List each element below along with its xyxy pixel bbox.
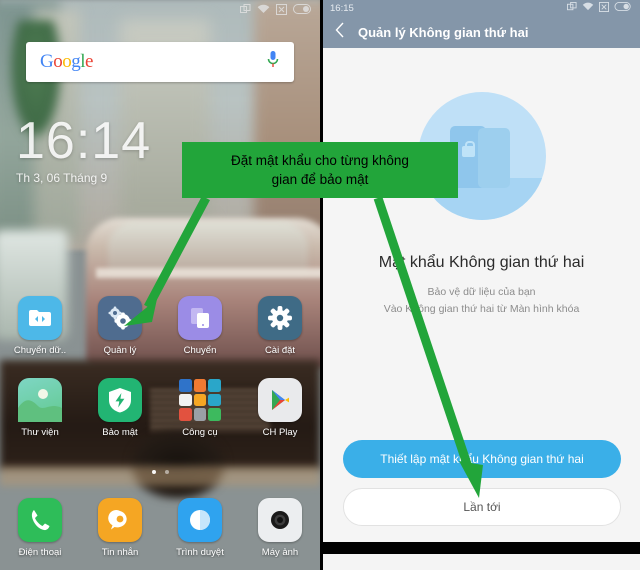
left-status-bar	[0, 0, 320, 18]
content-subtitle-2: Vào Không gian thứ hai từ Màn hình khóa	[383, 303, 580, 315]
dock-item-dien-thoai[interactable]: Điện thoại	[0, 498, 80, 558]
left-phone-home-screen: Google 16:14 Th 3, 06 Tháng 9 Chuyển dữ.…	[0, 0, 320, 570]
sim-icon	[276, 3, 287, 15]
microphone-icon[interactable]	[266, 50, 280, 74]
app-chuyen[interactable]: Chuyển	[160, 296, 240, 356]
switch-space-icon	[178, 296, 222, 340]
wallpaper	[0, 0, 320, 570]
page-dot-active	[151, 470, 156, 474]
wifi-icon	[582, 2, 594, 14]
callout-line-1: Đặt mật khẩu cho từng không	[231, 153, 409, 168]
right-phone-second-space-page: 16:15 Quản lý Không gian thứ hai Mật khẩ…	[320, 0, 640, 570]
app-label: Thư viện	[21, 427, 59, 438]
app-label: Chuyển dữ..	[13, 345, 67, 356]
message-icon	[98, 498, 142, 542]
dock-item-may-anh[interactable]: Máy ảnh	[240, 498, 320, 558]
multiwindow-icon	[240, 3, 251, 15]
gear-icon	[258, 296, 302, 340]
shield-icon	[98, 378, 142, 422]
app-label: Cài đặt	[264, 345, 296, 356]
app-label: Quản lý	[103, 345, 137, 356]
back-chevron-icon[interactable]	[335, 22, 344, 43]
gallery-icon	[18, 378, 62, 422]
app-label: Bảo mật	[102, 427, 138, 438]
dock-label: Tin nhắn	[101, 547, 139, 558]
later-button[interactable]: Lần tới	[343, 488, 621, 526]
app-label: Công cụ	[182, 427, 218, 438]
dock-label: Điện thoại	[18, 547, 62, 558]
app-bao-mat[interactable]: Bảo mật	[80, 378, 160, 438]
lock-clock: 16:14 Th 3, 06 Tháng 9	[16, 113, 151, 185]
content-heading: Mật khẩu Không gian thứ hai	[378, 254, 585, 271]
camera-icon	[258, 498, 302, 542]
phone-icon	[18, 498, 62, 542]
sim-icon	[599, 1, 609, 15]
app-row-2: Thư viện Bảo mật Công cụ CH Play	[0, 378, 320, 438]
app-chuyen-du-lieu[interactable]: Chuyển dữ..	[0, 296, 80, 356]
dock-item-trinh-duyet[interactable]: Trình duyệt	[160, 498, 240, 558]
dock-item-tin-nhan[interactable]: Tin nhắn	[80, 498, 160, 558]
dock: Điện thoại Tin nhắn Trình duyệt Máy ảnh	[0, 498, 320, 558]
lock-icon	[461, 141, 475, 157]
page-indicator[interactable]	[0, 470, 320, 474]
multiwindow-icon	[567, 1, 577, 15]
page-title: Quản lý Không gian thứ hai	[358, 24, 529, 40]
app-grid: Chuyển dữ.. Quản lý Chuyển Cài đặt Thư v…	[0, 296, 320, 438]
page-header: Quản lý Không gian thứ hai	[323, 16, 640, 48]
callout-line-2: gian để bảo mật	[271, 172, 369, 187]
dock-label: Trình duyệt	[176, 547, 224, 558]
google-logo: Google	[40, 51, 93, 72]
battery-icon	[614, 2, 633, 14]
app-folder-cong-cu[interactable]: Công cụ	[160, 378, 240, 438]
setup-password-button[interactable]: Thiết lập mật khẩu Không gian thứ hai	[343, 440, 621, 478]
clock-time: 16:14	[16, 112, 152, 170]
right-status-bar: 16:15	[323, 0, 640, 16]
file-transfer-icon	[18, 296, 62, 340]
app-cai-dat[interactable]: Cài đặt	[240, 296, 320, 356]
app-label: CH Play	[262, 427, 298, 438]
wifi-icon	[257, 4, 270, 14]
app-label: Chuyển	[183, 345, 217, 356]
google-search-bar[interactable]: Google	[26, 42, 294, 82]
status-time: 16:15	[330, 2, 354, 14]
dual-screenshot: Google 16:14 Th 3, 06 Tháng 9 Chuyển dữ.…	[0, 0, 640, 570]
content-subtitle-1: Bảo vệ dữ liệu của bạn	[427, 286, 536, 298]
annotation-callout: Đặt mật khẩu cho từng không gian để bảo …	[182, 142, 458, 198]
gears-icon	[98, 296, 142, 340]
page-dot	[164, 470, 169, 474]
dock-label: Máy ảnh	[261, 547, 299, 558]
app-ch-play[interactable]: CH Play	[240, 378, 320, 438]
clock-date: Th 3, 06 Tháng 9	[16, 171, 108, 185]
play-store-icon	[258, 378, 302, 422]
app-thu-vien[interactable]: Thư viện	[0, 378, 80, 438]
folder-icon	[178, 378, 222, 422]
navigation-bar	[323, 542, 640, 554]
page-body: Mật khẩu Không gian thứ hai Bảo vệ dữ li…	[323, 48, 640, 554]
app-row-1: Chuyển dữ.. Quản lý Chuyển Cài đặt	[0, 296, 320, 356]
battery-icon	[293, 4, 313, 14]
browser-icon	[178, 498, 222, 542]
app-quan-ly[interactable]: Quản lý	[80, 296, 160, 356]
